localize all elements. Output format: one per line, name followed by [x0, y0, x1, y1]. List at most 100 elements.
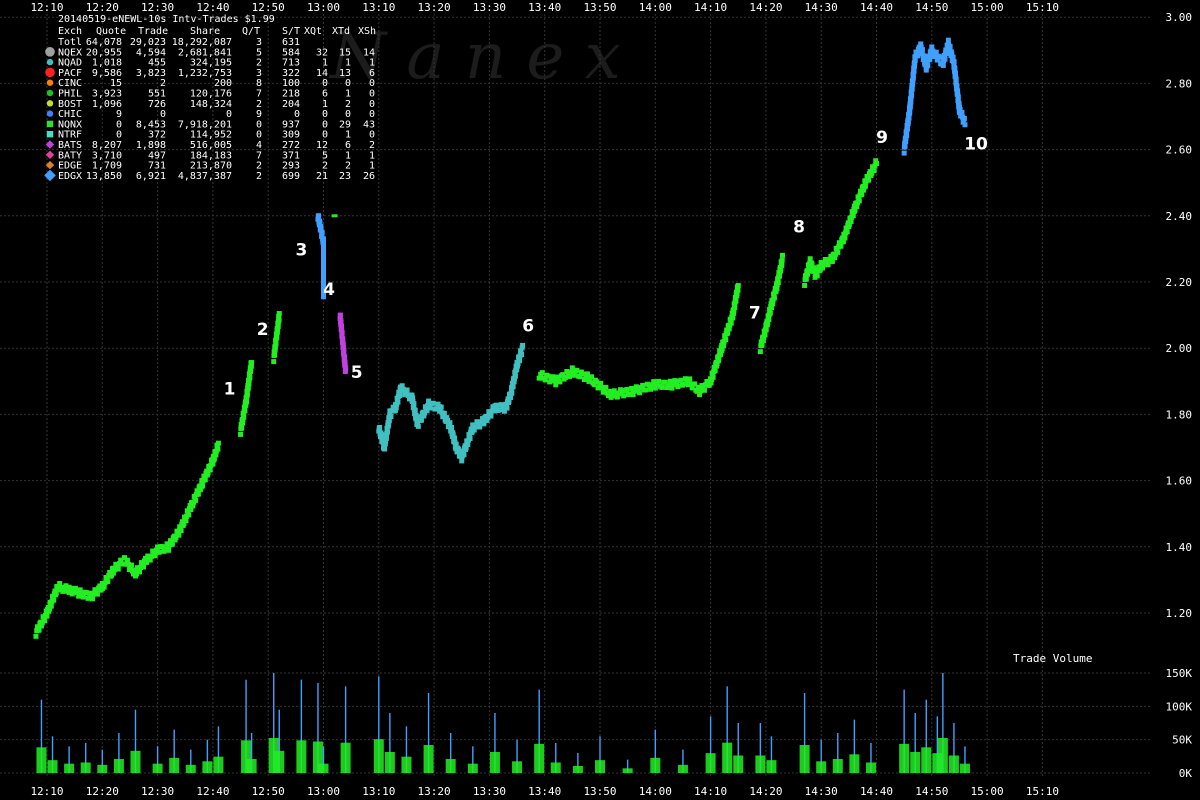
trade-marker: [321, 270, 326, 276]
volume-bar-cluster: [937, 738, 948, 773]
x-tick-label-bottom: 12:30: [141, 785, 174, 798]
volume-bar-cluster: [246, 759, 257, 773]
trade-marker: [910, 75, 916, 81]
trade-marker: [906, 115, 912, 121]
header-row-edgx: EDGX 13,850 6,921 4,837,387 2 699 21 23 26: [44, 169, 375, 182]
header-column-label: XTd: [332, 26, 350, 37]
x-tick-label-top: 15:10: [1026, 1, 1059, 14]
trade-marker: [384, 429, 390, 435]
header-cell-exch: EDGX: [58, 171, 82, 182]
exchange-marker-icon: [46, 120, 54, 128]
trade-marker: [838, 243, 844, 249]
trade-marker: [178, 528, 184, 534]
trade-marker: [321, 263, 326, 269]
trade-marker: [452, 435, 458, 441]
volume-bar-cluster: [722, 742, 733, 773]
trade-marker: [955, 94, 961, 100]
trade-marker: [341, 347, 347, 353]
trade-marker: [950, 54, 956, 60]
chart-title: 20140519-eNEWL-10s Intv-Trades $1.99: [58, 14, 275, 25]
volume-bar-cluster: [572, 766, 583, 773]
trade-marker: [962, 122, 968, 128]
trade-marker: [488, 413, 494, 419]
trade-marker: [723, 337, 729, 343]
annotation-label: 6: [522, 317, 534, 337]
trade-marker: [777, 273, 783, 279]
volume-bar-cluster: [423, 745, 434, 773]
trade-marker: [128, 562, 134, 568]
trade-marker: [42, 618, 48, 624]
trade-marker: [767, 310, 773, 316]
trade-marker: [461, 452, 467, 458]
trade-marker: [911, 68, 917, 74]
volume-bar-cluster: [296, 740, 307, 773]
trade-marker: [908, 99, 914, 105]
trade-marker: [316, 213, 322, 219]
volume-tick-label: 150K: [1166, 667, 1193, 680]
volume-bar-cluster: [384, 752, 395, 773]
trade-marker: [735, 287, 741, 293]
volume-bar-cluster: [47, 760, 58, 773]
trade-marker: [241, 414, 247, 420]
x-tick-label-top: 12:40: [196, 1, 229, 14]
x-tick-label-top: 14:40: [860, 1, 893, 14]
trade-marker: [202, 477, 208, 483]
x-tick-label-bottom: 12:10: [30, 785, 63, 798]
trade-marker: [779, 257, 785, 263]
x-tick-label-bottom: 13:00: [307, 785, 340, 798]
trade-marker: [395, 399, 401, 405]
volume-bar-cluster: [467, 763, 478, 773]
trade-marker: [571, 372, 577, 378]
trade-marker: [101, 584, 107, 590]
volume-bar-cluster: [865, 762, 876, 773]
x-tick-label-bottom: 13:20: [418, 785, 451, 798]
volume-bar-cluster: [340, 742, 351, 773]
y-tick-label: 2.40: [1166, 210, 1193, 223]
trade-marker: [319, 230, 325, 236]
y-tick-label: 1.40: [1166, 541, 1193, 554]
trade-marker: [953, 76, 959, 82]
volume-bar-cluster: [766, 760, 777, 773]
trade-marker: [945, 37, 951, 43]
header-column-label: Exch: [58, 26, 82, 37]
volume-bar-cluster: [274, 750, 285, 773]
trade-marker: [545, 373, 551, 379]
volume-bar-cluster: [849, 754, 860, 773]
x-tick-label-bottom: 14:10: [694, 785, 727, 798]
trade-marker: [166, 547, 172, 553]
trade-marker: [169, 541, 175, 547]
trade-marker: [961, 115, 967, 121]
trade-marker: [141, 564, 147, 570]
trade-marker: [430, 400, 436, 406]
volume-bar-cluster: [733, 755, 744, 773]
trade-marker: [339, 330, 345, 336]
trade-marker: [89, 596, 95, 602]
trade-marker: [176, 532, 182, 538]
trade-marker: [874, 161, 879, 167]
exchange-marker-icon: [45, 47, 55, 57]
trade-marker: [803, 276, 809, 282]
header-cell-trade: 6,921: [136, 171, 166, 182]
trade-marker: [271, 359, 277, 365]
volume-bar-cluster: [213, 756, 224, 773]
trade-marker: [415, 423, 421, 429]
trade-marker: [814, 273, 820, 279]
trade-marker: [901, 150, 907, 156]
header-column-label: XSh: [358, 26, 376, 37]
trade-marker: [342, 354, 348, 360]
trade-marker: [775, 280, 781, 286]
x-tick-label-top: 12:10: [30, 1, 63, 14]
x-tick-label-bottom: 14:50: [915, 785, 948, 798]
trade-marker: [733, 298, 739, 304]
trade-marker: [710, 374, 716, 380]
header-column-label: S/T: [282, 26, 300, 37]
trade-marker: [779, 262, 785, 268]
trade-marker: [762, 332, 768, 338]
trade-marker: [276, 317, 282, 323]
trade-marker: [574, 367, 580, 373]
trade-marker: [343, 365, 349, 371]
trade-marker: [274, 334, 280, 340]
y-tick-label: 2.60: [1166, 144, 1193, 157]
y-tick-label: 2.20: [1166, 276, 1193, 289]
trade-marker: [509, 390, 515, 396]
